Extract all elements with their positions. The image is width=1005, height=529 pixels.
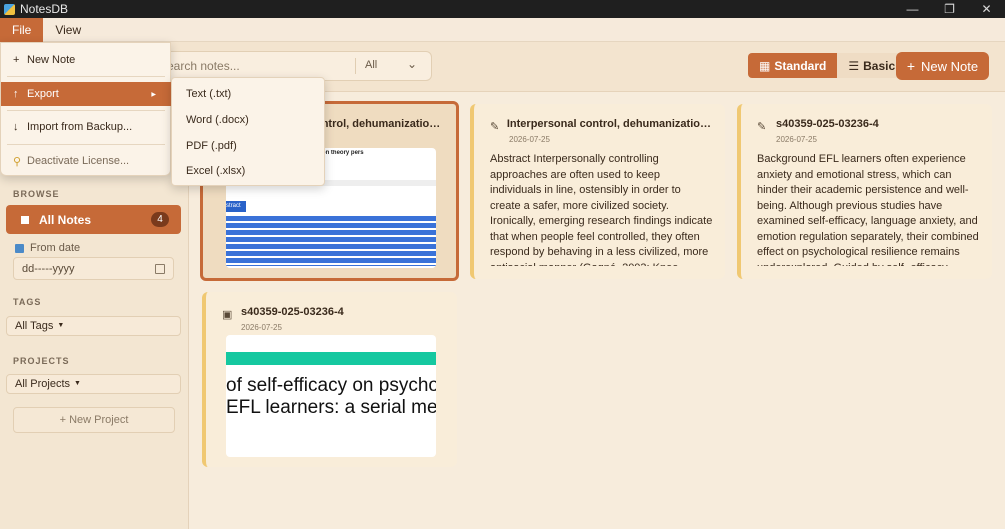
export-docx-item[interactable]: Word (.docx) [172,107,326,133]
menu-item-label: New Note [27,54,76,66]
from-date-label: From date [15,242,80,254]
new-note-label: New Note [921,58,979,74]
standard-view-label: Standard [774,58,827,73]
from-date-text: From date [30,242,81,254]
menu-view[interactable]: View [43,18,93,42]
grid-icon: ▦ [759,58,771,73]
thumbnail-highlighted-text [226,216,436,266]
export-icon: ↑ [13,88,19,100]
calendar-icon [15,243,24,253]
window-title: NotesDB [20,2,69,16]
list-icon: ☰ [848,58,860,73]
sidebar-item-all-notes[interactable]: All Notes 4 [6,205,181,234]
note-card[interactable]: ✎ s40359-025-03236-4 2026-07-25 Backgrou… [737,104,992,279]
note-card-header: ✎ s40359-025-03236-4 [757,118,980,133]
menu-item-label: Export [27,88,59,100]
standard-view-button[interactable]: ▦ Standard [748,53,838,78]
caret-down-icon: ▼ [57,322,65,330]
image-icon: ▣ [222,309,233,321]
from-date-input[interactable]: dd-----yyyy [13,257,174,280]
chevron-down-icon[interactable]: ⌄ [407,57,417,71]
export-submenu: Text (.txt) Word (.docx) PDF (.pdf) Exce… [171,77,325,186]
projects-dropdown[interactable]: All Projects ▼ [6,374,181,394]
note-card[interactable]: ▣ s40359-025-03236-4 2026-07-25 of self-… [202,292,457,467]
search-divider [355,58,356,74]
submenu-arrow-icon: ▶ [151,91,156,98]
app-logo-icon [4,3,15,15]
menu-item-deactivate-license[interactable]: ⚲ Deactivate License... [1,149,172,173]
title-bar: NotesDB — ❐ ✕ [0,0,1005,18]
plus-icon: + [906,58,916,74]
note-title: Interpersonal control, dehumanization, a… [506,118,713,130]
menu-item-label: Deactivate License... [27,155,130,167]
browse-section-label: BROWSE [13,189,60,199]
menu-item-export[interactable]: ↑ Export ▶ [1,82,172,106]
note-date: 2026-07-25 [509,135,550,144]
menu-separator [7,144,165,145]
note-title: s40359-025-03236-4 [241,306,344,318]
thumbnail-line-1: of self-efficacy on psychologi [226,375,436,396]
count-badge: 4 [151,212,169,227]
menu-separator [7,76,165,77]
tags-section-label: TAGS [13,297,42,307]
export-xlsx-item[interactable]: Excel (.xlsx) [172,158,326,184]
menu-file[interactable]: File [0,18,44,42]
caret-down-icon: ▼ [74,380,81,388]
projects-dropdown-value: All Projects [15,378,71,390]
import-icon: ↓ [13,121,19,133]
all-notes-label: All Notes [39,212,92,227]
export-pdf-item[interactable]: PDF (.pdf) [172,133,326,159]
square-icon [21,215,29,224]
menu-bar: File View [0,18,1005,42]
date-value: dd-----yyyy [22,263,75,275]
pencil-icon: ✎ [490,121,500,133]
key-icon: ⚲ [13,155,22,168]
thumbnail-line-2: EFL learners: a serial mediatio [226,397,436,418]
plus-icon: + [13,54,20,66]
basic-view-label: Basic [863,58,896,73]
note-card-header: ✎ Interpersonal control, dehumanization,… [490,118,713,133]
note-date: 2026-07-25 [241,323,282,332]
export-txt-item[interactable]: Text (.txt) [172,81,326,107]
note-body: Abstract Interpersonally controlling app… [490,153,713,266]
note-date: 2026-07-25 [776,135,817,144]
note-body: Background EFL learners often experience… [757,153,979,266]
window-controls: — ❐ ✕ [894,0,1005,18]
minimize-icon[interactable]: — [894,0,931,18]
restore-icon[interactable]: ❐ [931,0,968,18]
projects-section-label: PROJECTS [13,356,70,366]
close-icon[interactable]: ✕ [968,0,1005,18]
note-title: s40359-025-03236-4 [776,118,879,130]
new-project-button[interactable]: + New Project [13,407,175,433]
new-note-button[interactable]: + New Note [896,52,989,80]
menu-item-label: Import from Backup... [27,121,133,133]
menu-separator [7,110,165,111]
note-card-header: ▣ s40359-025-03236-4 [222,306,445,321]
menu-item-import[interactable]: ↓ Import from Backup... [1,115,172,139]
thumbnail-banner [226,352,436,365]
file-menu: + New Note ↑ Export ▶ ↓ Import from Back… [0,42,172,176]
filter-select[interactable]: All [365,59,377,71]
tags-dropdown[interactable]: All Tags ▼ [6,316,181,336]
pencil-icon: ✎ [757,121,767,133]
date-picker-icon[interactable] [155,264,165,274]
note-card[interactable]: ✎ Interpersonal control, dehumanization,… [470,104,725,279]
search-input[interactable] [159,58,349,74]
note-thumbnail: of self-efficacy on psychologi EFL learn… [226,335,436,457]
view-toggle: ▦ Standard ☰ Basic [748,53,907,78]
tags-dropdown-value: All Tags [15,320,54,332]
thumbnail-section-label: stract [226,201,246,212]
menu-item-new-note[interactable]: + New Note [1,48,172,72]
